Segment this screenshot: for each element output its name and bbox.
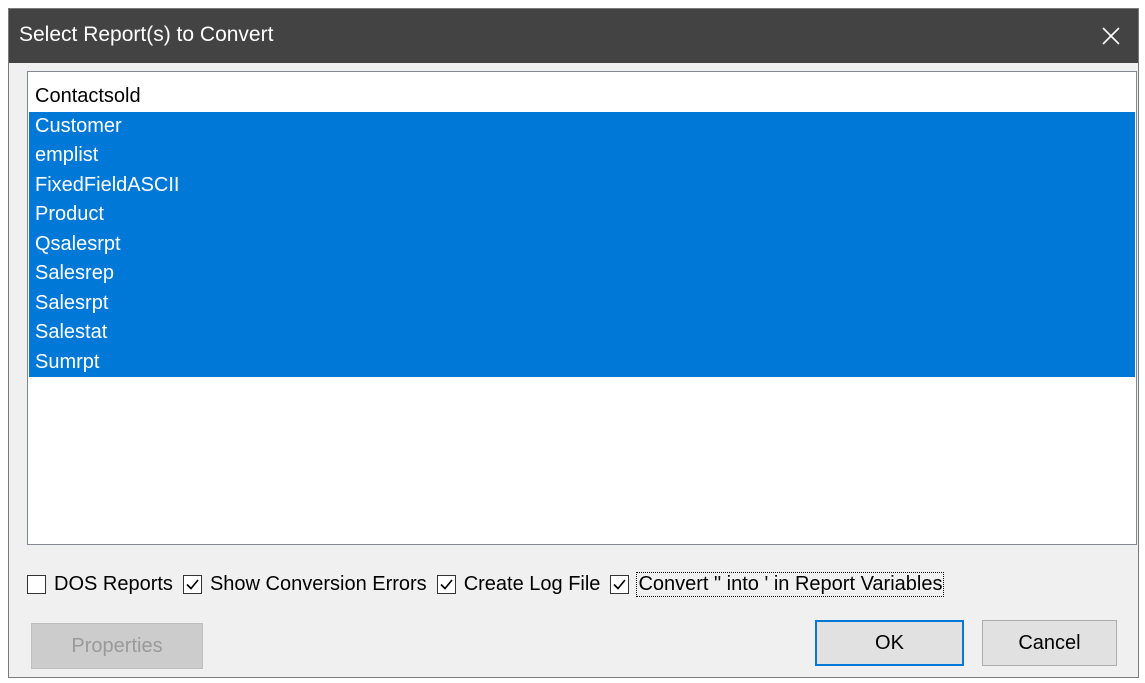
list-item[interactable]: Contactsold (29, 82, 1135, 112)
list-item[interactable]: Salestat (29, 318, 1135, 348)
select-reports-dialog: Select Report(s) to Convert Contactsold … (8, 8, 1139, 678)
cancel-button[interactable]: Cancel (982, 620, 1117, 666)
list-item-label: Salesrep (35, 262, 114, 284)
ok-button[interactable]: OK (815, 620, 964, 666)
list-item[interactable]: Sumrpt (29, 347, 1135, 377)
list-item-label: Customer (35, 114, 122, 137)
dos-reports-checkbox[interactable] (27, 574, 46, 594)
list-item-label: Contactsold (35, 85, 141, 107)
list-item[interactable]: Customer (29, 111, 1135, 141)
create-log-file-checkbox[interactable] (436, 574, 456, 594)
dialog-title: Select Report(s) to Convert (19, 23, 274, 46)
checkmark-icon (186, 578, 199, 590)
show-conversion-errors-label: Show Conversion Errors (209, 572, 427, 595)
list-item[interactable]: FixedFieldASCII (29, 170, 1135, 200)
checkmark-icon (440, 578, 453, 590)
list-item-label: Salesrpt (35, 291, 109, 314)
list-item-label: Product (35, 203, 104, 225)
checkmark-icon (613, 578, 627, 590)
list-item-label: Sumrpt (35, 350, 100, 373)
close-icon (1102, 27, 1120, 45)
conversion-options: DOS Reports Show Conversion Errors Creat… (27, 569, 953, 599)
list-item-label: Salestat (35, 321, 108, 343)
list-item-label: Qsalesrpt (35, 232, 121, 255)
list-item[interactable]: emplist (29, 141, 1135, 171)
convert-quotes-option[interactable]: Convert " into ' in Report Variables (610, 571, 945, 597)
properties-button[interactable]: Properties (31, 623, 203, 669)
list-item[interactable]: Salesrpt (29, 288, 1135, 318)
list-item[interactable]: Salesrep (29, 259, 1135, 289)
create-log-file-option[interactable]: Create Log File (436, 572, 601, 596)
convert-quotes-checkbox[interactable] (610, 574, 630, 594)
list-item-label: FixedFieldASCII (35, 173, 180, 196)
convert-quotes-label: Convert " into ' in Report Variables (636, 571, 945, 597)
list-item[interactable]: Product (29, 200, 1135, 230)
show-conversion-errors-option[interactable]: Show Conversion Errors (182, 572, 427, 596)
create-log-file-label: Create Log File (463, 572, 601, 595)
list-item-label: emplist (35, 144, 99, 166)
title-bar[interactable]: Select Report(s) to Convert (9, 9, 1138, 63)
close-button[interactable] (1084, 9, 1138, 63)
show-conversion-errors-checkbox[interactable] (182, 574, 202, 594)
report-list[interactable]: Contactsold Customer emplist FixedFieldA… (27, 71, 1137, 545)
list-item[interactable]: Qsalesrpt (29, 229, 1135, 259)
dos-reports-label: DOS Reports (54, 572, 173, 595)
dos-reports-option[interactable]: DOS Reports (27, 573, 173, 596)
